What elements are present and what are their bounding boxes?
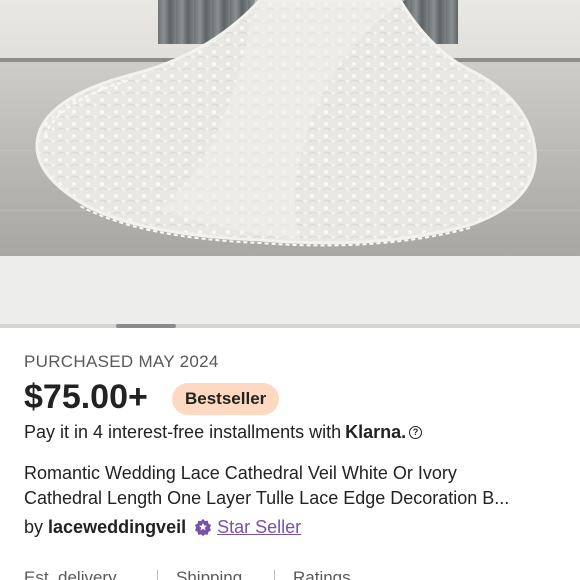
installments-line: Pay it in 4 interest-free installments w…	[24, 422, 423, 443]
stat-divider	[274, 570, 275, 580]
product-price: $75.00+	[24, 378, 148, 416]
star-seller-badge-icon	[195, 518, 212, 536]
product-image[interactable]	[0, 0, 580, 256]
help-circle-icon[interactable]: ?	[409, 426, 423, 439]
stat-ratings[interactable]: Ratings	[293, 568, 351, 580]
stat-est-delivery[interactable]: Est. delivery	[24, 568, 117, 580]
seller-line: by laceweddingveil Star Seller	[24, 517, 301, 538]
stat-shipping[interactable]: Shipping	[176, 568, 242, 580]
gallery-scrollbar[interactable]	[0, 324, 580, 328]
klarna-logo: Klarna.	[345, 422, 407, 442]
shipping-stats-row: Est. delivery Shipping Ratings	[0, 564, 580, 580]
bestseller-badge: Bestseller	[172, 383, 280, 415]
product-title-line1: Romantic Wedding Lace Cathedral Veil Whi…	[24, 463, 457, 483]
product-title-line2: Cathedral Length One Layer Tulle Lace Ed…	[24, 488, 510, 508]
seller-prefix: by	[24, 517, 44, 537]
star-seller-link[interactable]: Star Seller	[217, 517, 301, 537]
product-title[interactable]: Romantic Wedding Lace Cathedral Veil Whi…	[24, 461, 564, 511]
installments-text: Pay it in 4 interest-free installments w…	[24, 422, 342, 442]
stat-divider	[157, 570, 158, 580]
seller-name-link[interactable]: laceweddingveil	[48, 517, 186, 537]
gallery-scrollbar-thumb[interactable]	[116, 324, 176, 328]
purchased-date-label: PURCHASED MAY 2024	[24, 352, 219, 371]
gallery-background	[0, 256, 580, 324]
veil-illustration	[35, 0, 537, 247]
